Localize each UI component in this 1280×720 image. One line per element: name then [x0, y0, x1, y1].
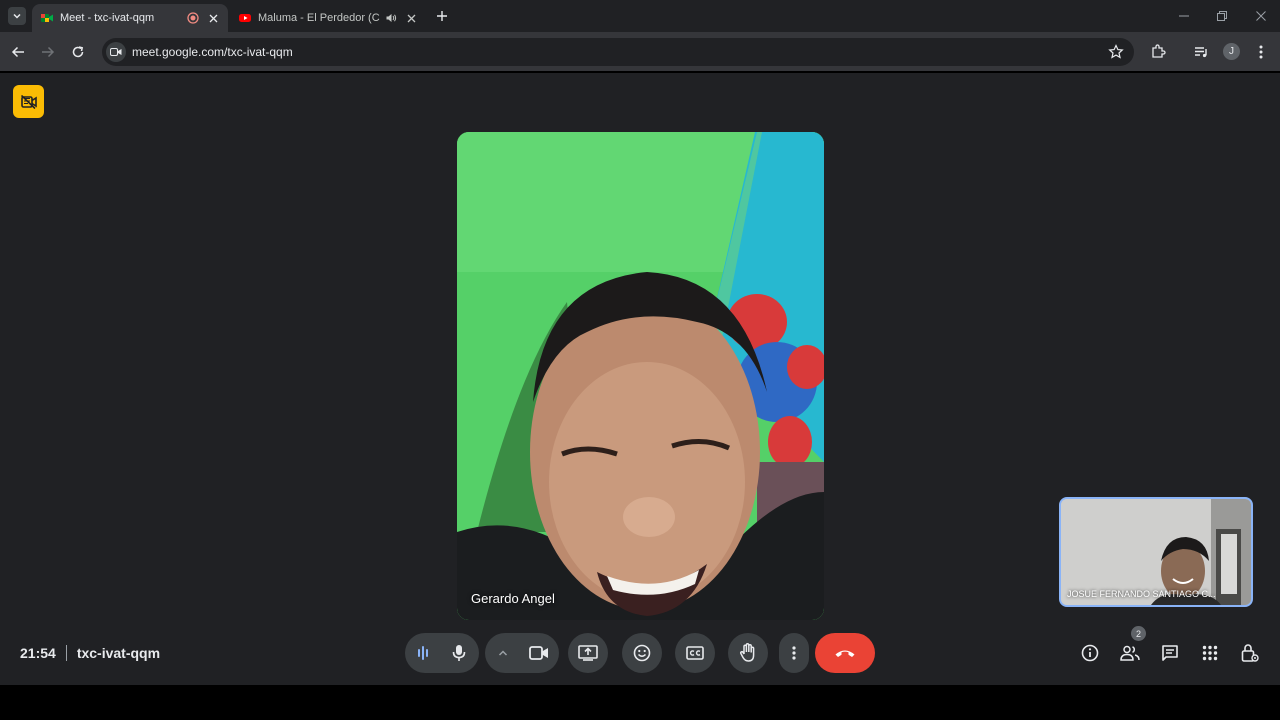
end-call-button[interactable] — [815, 633, 875, 673]
people-icon — [1120, 645, 1140, 661]
youtube-icon — [239, 14, 251, 22]
camera-icon — [529, 646, 548, 660]
more-options-button[interactable] — [779, 633, 809, 673]
captions-icon — [686, 646, 704, 660]
raise-hand-icon — [740, 643, 755, 662]
raise-hand-button[interactable] — [728, 633, 768, 673]
microphone-icon — [452, 645, 466, 661]
video-camera-icon — [110, 48, 122, 56]
minimize-icon — [1179, 15, 1189, 17]
screen-bottom-edge — [0, 685, 1280, 720]
chat-button[interactable] — [1160, 643, 1180, 663]
plus-icon — [437, 11, 447, 21]
main-participant-tile[interactable]: Gerardo Angel — [457, 132, 824, 620]
present-screen-button[interactable] — [568, 633, 608, 673]
close-icon — [1256, 11, 1266, 21]
reload-button[interactable] — [69, 43, 87, 61]
close-window-button[interactable] — [1253, 8, 1269, 24]
tab-strip: Meet - txc-ivat-qqm Maluma - El Perdedor… — [0, 0, 1280, 32]
more-options-icon — [792, 646, 796, 660]
tab-title: Maluma - El Perdedor (Cover — [258, 12, 380, 24]
media-queue-icon — [1195, 47, 1207, 58]
meet-page: Gerardo Angel JOSUE FERNANDO SANTIAGO C.… — [0, 73, 1280, 685]
arrow-right-icon — [42, 46, 55, 58]
present-screen-icon — [578, 645, 598, 661]
meeting-code: txc-ivat-qqm — [76, 645, 161, 661]
minimize-button[interactable] — [1176, 8, 1192, 24]
meeting-details: 21:54 txc-ivat-qqm — [20, 645, 160, 661]
vertical-dots-icon — [1259, 45, 1263, 59]
back-button[interactable] — [9, 43, 27, 61]
recording-stopped-icon — [20, 94, 37, 109]
close-tab-icon[interactable] — [206, 11, 220, 25]
info-icon — [1081, 644, 1099, 662]
browser-menu-button[interactable] — [1252, 43, 1270, 61]
activities-button[interactable] — [1200, 643, 1220, 663]
activities-icon — [1202, 645, 1218, 661]
participant-name: Gerardo Angel — [471, 591, 555, 606]
forward-button[interactable] — [39, 43, 57, 61]
camera-options-button[interactable] — [485, 633, 521, 673]
close-tab-icon[interactable] — [404, 11, 418, 25]
restore-icon — [1217, 11, 1227, 21]
audio-playing-icon[interactable] — [384, 11, 398, 25]
reactions-button[interactable] — [622, 633, 662, 673]
participant-count-badge: 2 — [1131, 626, 1146, 641]
self-participant-name: JOSUE FERNANDO SANTIAGO C... — [1067, 589, 1216, 599]
people-button[interactable] — [1120, 643, 1140, 663]
host-controls-button[interactable] — [1240, 643, 1260, 663]
audio-levels-icon — [418, 646, 428, 660]
tab-meet[interactable]: Meet - txc-ivat-qqm — [32, 4, 228, 32]
url-text: meet.google.com/txc-ivat-qqm — [132, 45, 293, 59]
browser-toolbar: meet.google.com/txc-ivat-qqm — [0, 32, 1280, 72]
tab-youtube[interactable]: Maluma - El Perdedor (Cover — [230, 4, 426, 32]
chevron-up-icon — [498, 650, 508, 656]
audio-levels-button[interactable] — [405, 633, 441, 673]
restore-button[interactable] — [1214, 8, 1230, 24]
bookmark-star-icon[interactable] — [1108, 44, 1124, 60]
profile-avatar[interactable]: J — [1223, 43, 1240, 60]
media-controls-button[interactable] — [1192, 43, 1210, 61]
new-tab-button[interactable] — [434, 8, 450, 24]
google-meet-icon — [41, 14, 53, 22]
arrow-left-icon — [11, 46, 24, 58]
chevron-down-icon — [13, 13, 21, 19]
tab-search-button[interactable] — [8, 7, 26, 25]
captions-button[interactable] — [675, 633, 715, 673]
tab-title: Meet - txc-ivat-qqm — [60, 12, 155, 24]
chat-icon — [1162, 645, 1178, 661]
extensions-button[interactable] — [1149, 43, 1167, 61]
end-call-icon — [835, 650, 855, 657]
self-view-tile[interactable]: JOSUE FERNANDO SANTIAGO C... — [1059, 497, 1253, 607]
reload-icon — [72, 46, 84, 58]
puzzle-icon — [1152, 44, 1166, 58]
address-bar[interactable]: meet.google.com/txc-ivat-qqm — [102, 38, 1134, 66]
divider — [65, 645, 67, 661]
meeting-details-button[interactable] — [1080, 643, 1100, 663]
recording-indicator[interactable] — [13, 85, 44, 118]
site-info-button[interactable] — [106, 42, 126, 62]
camera-button[interactable] — [519, 633, 559, 673]
microphone-button[interactable] — [439, 633, 479, 673]
host-controls-icon — [1241, 644, 1259, 662]
recording-icon — [186, 11, 200, 25]
participant-video — [457, 132, 824, 620]
meeting-time: 21:54 — [20, 645, 56, 661]
emoji-icon — [633, 644, 651, 662]
